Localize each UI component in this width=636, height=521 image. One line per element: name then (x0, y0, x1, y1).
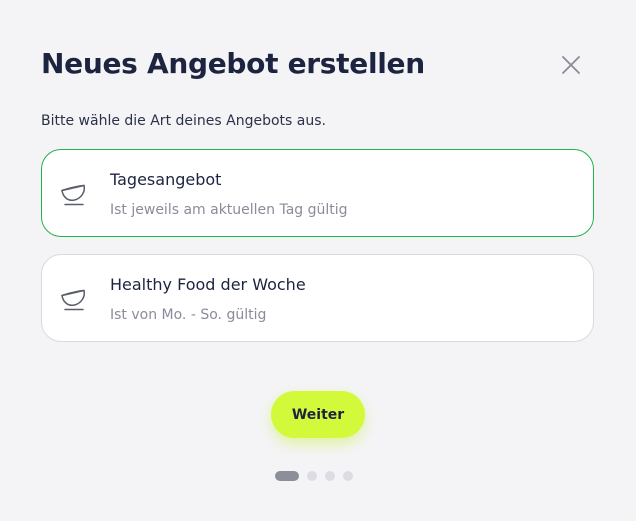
close-icon (562, 56, 580, 74)
option-label: Healthy Food der Woche (110, 275, 306, 294)
close-button[interactable] (559, 53, 583, 77)
dialog-title: Neues Angebot erstellen (41, 47, 425, 80)
dialog-subtitle: Bitte wähle die Art deines Angebots aus. (41, 113, 326, 129)
bowl-icon (61, 289, 86, 311)
bowl-icon (61, 184, 86, 206)
option-healthy-food[interactable]: Healthy Food der Woche Ist von Mo. - So.… (41, 254, 594, 342)
step-dot-active (275, 471, 299, 481)
step-dot (307, 471, 317, 481)
step-dot (343, 471, 353, 481)
step-dot (325, 471, 335, 481)
option-label: Tagesangebot (110, 170, 222, 189)
step-indicator (275, 471, 361, 481)
create-offer-dialog: Neues Angebot erstellen Bitte wähle die … (0, 0, 636, 521)
option-tagesangebot[interactable]: Tagesangebot Ist jeweils am aktuellen Ta… (41, 149, 594, 237)
next-button[interactable]: Weiter (271, 391, 365, 438)
option-description: Ist von Mo. - So. gültig (110, 307, 267, 323)
option-description: Ist jeweils am aktuellen Tag gültig (110, 202, 348, 218)
